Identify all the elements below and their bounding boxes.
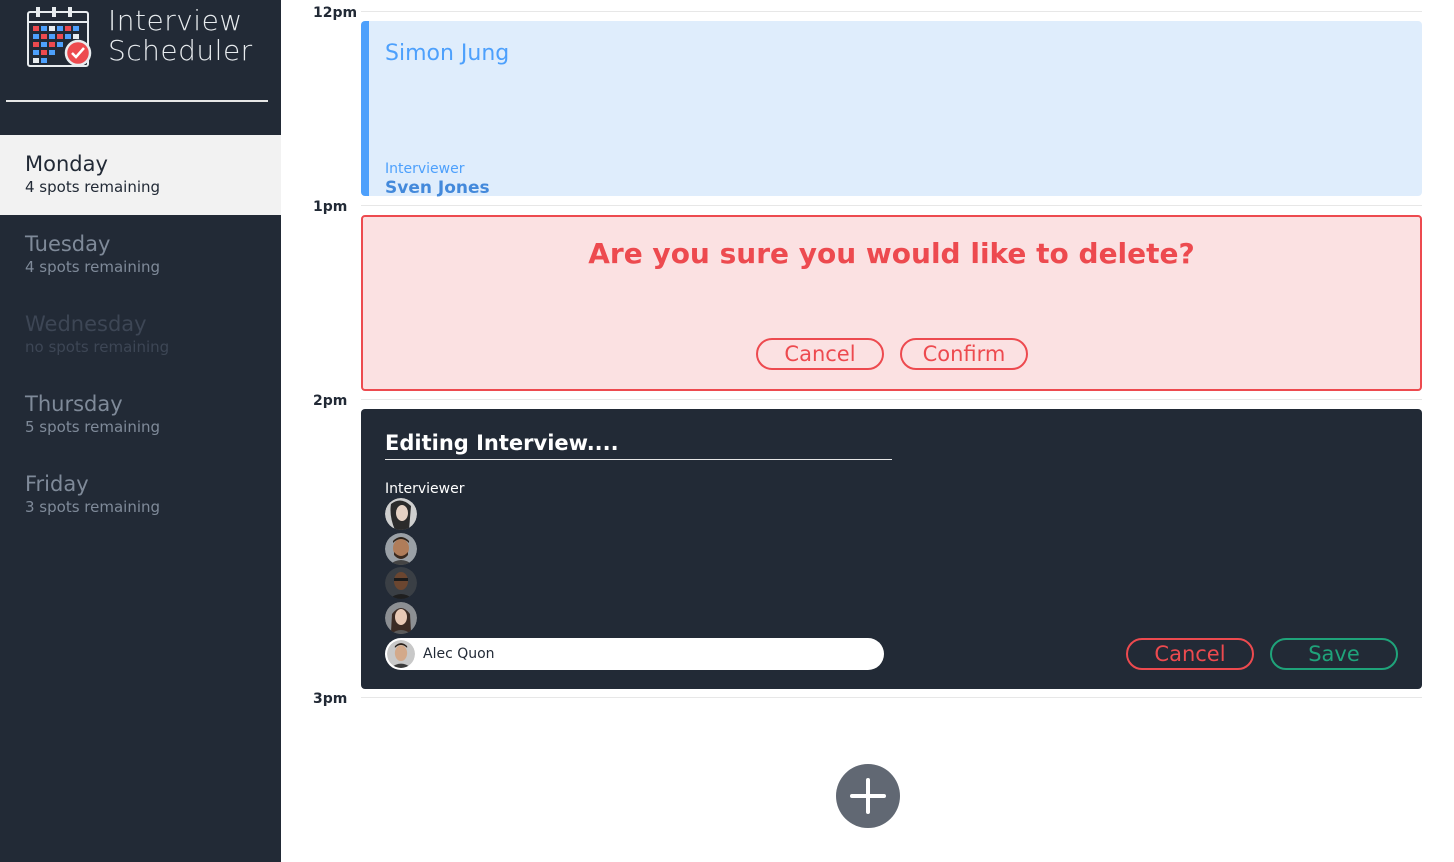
delete-confirm-card: Are you sure you would like to delete? C…	[361, 215, 1422, 391]
day-spots: no spots remaining	[25, 338, 170, 356]
day-spots: 4 spots remaining	[25, 178, 161, 196]
day-item-friday[interactable]: Friday 3 spots remaining	[0, 455, 281, 535]
day-item-wednesday[interactable]: Wednesday no spots remaining	[0, 295, 281, 375]
appointment-card: Simon Jung Interviewer Sven Jones	[361, 21, 1422, 198]
selected-interviewer-name: Alec Quon	[423, 646, 495, 662]
hour-label-3pm: 3pm	[313, 691, 348, 707]
interviewer-avatar	[387, 640, 415, 668]
day-name: Monday	[25, 152, 108, 176]
save-button[interactable]: Save	[1270, 638, 1398, 670]
calendar-logo-icon	[26, 6, 92, 72]
hour-divider	[361, 11, 1422, 12]
confirm-message: Are you sure you would like to delete?	[588, 237, 1195, 270]
day-name: Wednesday	[25, 312, 147, 336]
student-name: Simon Jung	[385, 41, 510, 66]
interviewer-avatar[interactable]	[385, 498, 417, 530]
app-title-line1: Interview	[108, 4, 243, 37]
interviewer-label: Interviewer	[385, 161, 465, 177]
hour-divider	[361, 205, 1422, 206]
interviewer-list-label: Interviewer	[385, 481, 465, 497]
sidebar-divider	[6, 100, 268, 102]
confirm-delete-button[interactable]: Confirm	[900, 338, 1028, 370]
cancel-edit-button[interactable]: Cancel	[1126, 638, 1254, 670]
hour-divider	[361, 399, 1422, 400]
edit-interview-form: Editing Interview.... Interviewer Alec Q…	[361, 409, 1422, 689]
day-name: Tuesday	[25, 232, 111, 256]
hour-divider	[361, 697, 1422, 698]
sidebar: Interview Scheduler Monday 4 spots remai…	[0, 0, 281, 862]
day-item-thursday[interactable]: Thursday 5 spots remaining	[0, 375, 281, 455]
hour-label-12pm: 12pm	[313, 5, 358, 21]
plus-icon	[850, 778, 886, 814]
interviewer-avatar[interactable]	[385, 533, 417, 565]
app-title-line2: Scheduler	[108, 34, 253, 67]
day-spots: 4 spots remaining	[25, 258, 161, 276]
schedule-main: 12pm 1pm 2pm 3pm Simon Jung Interviewer …	[281, 0, 1454, 862]
day-list: Monday 4 spots remaining Tuesday 4 spots…	[0, 135, 281, 535]
hour-label-2pm: 2pm	[313, 393, 348, 409]
day-item-tuesday[interactable]: Tuesday 4 spots remaining	[0, 215, 281, 295]
cancel-delete-button[interactable]: Cancel	[756, 338, 884, 370]
interviewer-avatar[interactable]	[385, 602, 417, 634]
interviewer-avatar[interactable]	[385, 567, 417, 599]
selected-interviewer-item[interactable]: Alec Quon	[385, 638, 884, 670]
edit-form-title: Editing Interview....	[385, 431, 892, 460]
day-item-monday[interactable]: Monday 4 spots remaining	[0, 135, 281, 215]
add-appointment-button[interactable]	[836, 764, 900, 828]
day-spots: 5 spots remaining	[25, 418, 161, 436]
hour-label-1pm: 1pm	[313, 199, 348, 215]
day-name: Thursday	[25, 392, 123, 416]
day-name: Friday	[25, 472, 89, 496]
day-spots: 3 spots remaining	[25, 498, 161, 516]
app-title: Interview Scheduler	[108, 6, 253, 66]
interviewer-name: Sven Jones	[385, 178, 490, 198]
